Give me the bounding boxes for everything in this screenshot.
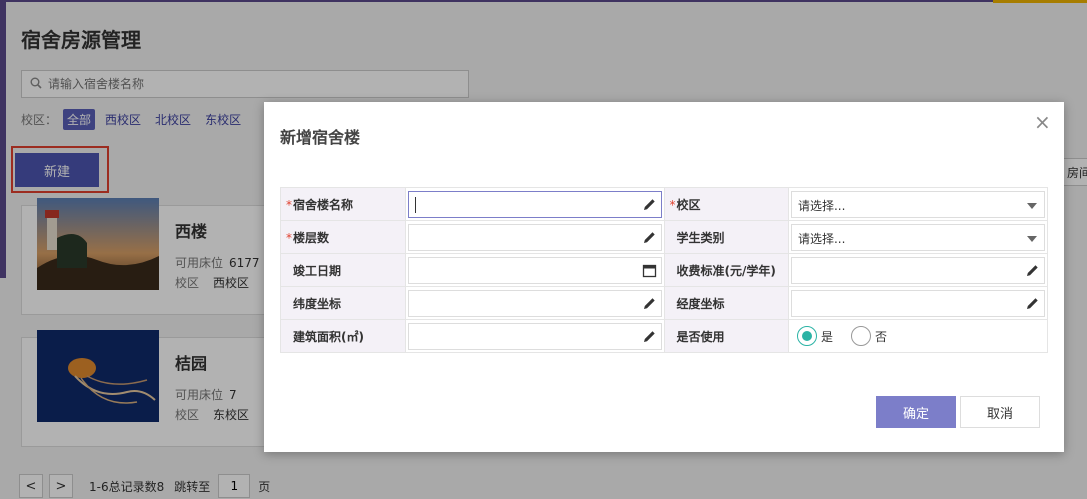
area-label: 建筑面积(㎡) [280, 319, 406, 353]
longitude-field[interactable] [790, 289, 1045, 317]
calendar-icon [642, 264, 656, 277]
campus-label: 校区 [663, 187, 789, 221]
completion-date-input[interactable] [408, 257, 629, 283]
dropdown-caret-icon [1026, 235, 1037, 242]
in-use-no-label: 否 [875, 329, 888, 344]
building-name-field[interactable] [407, 190, 662, 218]
in-use-no-radio[interactable] [851, 326, 871, 346]
in-use-yes-label: 是 [820, 329, 833, 344]
text-cursor [414, 196, 416, 213]
latitude-input[interactable] [408, 290, 629, 316]
in-use-label: 是否使用 [663, 319, 789, 353]
building-form: 宿舍楼名称 校区 请选择... 楼层数 [280, 187, 1049, 353]
longitude-input[interactable] [791, 290, 1012, 316]
new-building-dialog: 新增宿舍楼 × 宿舍楼名称 校区 请选择... 楼层数 [264, 102, 1064, 452]
latitude-field[interactable] [407, 289, 662, 317]
building-name-label: 宿舍楼名称 [280, 187, 406, 221]
student-type-label: 学生类别 [663, 220, 789, 254]
pencil-icon [1026, 297, 1038, 309]
pencil-icon [643, 198, 655, 210]
fee-standard-field[interactable] [790, 256, 1045, 284]
fee-standard-input[interactable] [791, 257, 1012, 283]
dialog-title: 新增宿舍楼 [280, 128, 361, 147]
longitude-label: 经度坐标 [663, 286, 789, 320]
campus-select-value: 请选择... [797, 198, 846, 213]
building-name-input[interactable] [408, 191, 629, 217]
completion-date-label: 竣工日期 [280, 253, 406, 287]
area-field[interactable] [407, 322, 662, 350]
floors-label: 楼层数 [280, 220, 406, 254]
floors-input[interactable] [408, 224, 629, 250]
in-use-yes-radio[interactable] [796, 326, 817, 346]
pencil-icon [643, 330, 655, 342]
completion-date-field[interactable] [407, 256, 662, 284]
confirm-button[interactable]: 确定 [876, 396, 956, 428]
in-use-radio-group: 是 否 [791, 326, 1045, 346]
cancel-button[interactable]: 取消 [960, 396, 1040, 428]
student-type-select[interactable]: 请选择... [790, 223, 1045, 251]
dropdown-caret-icon [1026, 202, 1037, 209]
student-type-select-value: 请选择... [797, 231, 846, 246]
close-icon[interactable]: × [1034, 112, 1051, 132]
pencil-icon [643, 231, 655, 243]
latitude-label: 纬度坐标 [280, 286, 406, 320]
pencil-icon [1026, 264, 1038, 276]
fee-standard-label: 收费标准(元/学年) [663, 253, 789, 287]
floors-field[interactable] [407, 223, 662, 251]
campus-select[interactable]: 请选择... [790, 190, 1045, 218]
pencil-icon [643, 297, 655, 309]
area-input[interactable] [408, 323, 629, 349]
